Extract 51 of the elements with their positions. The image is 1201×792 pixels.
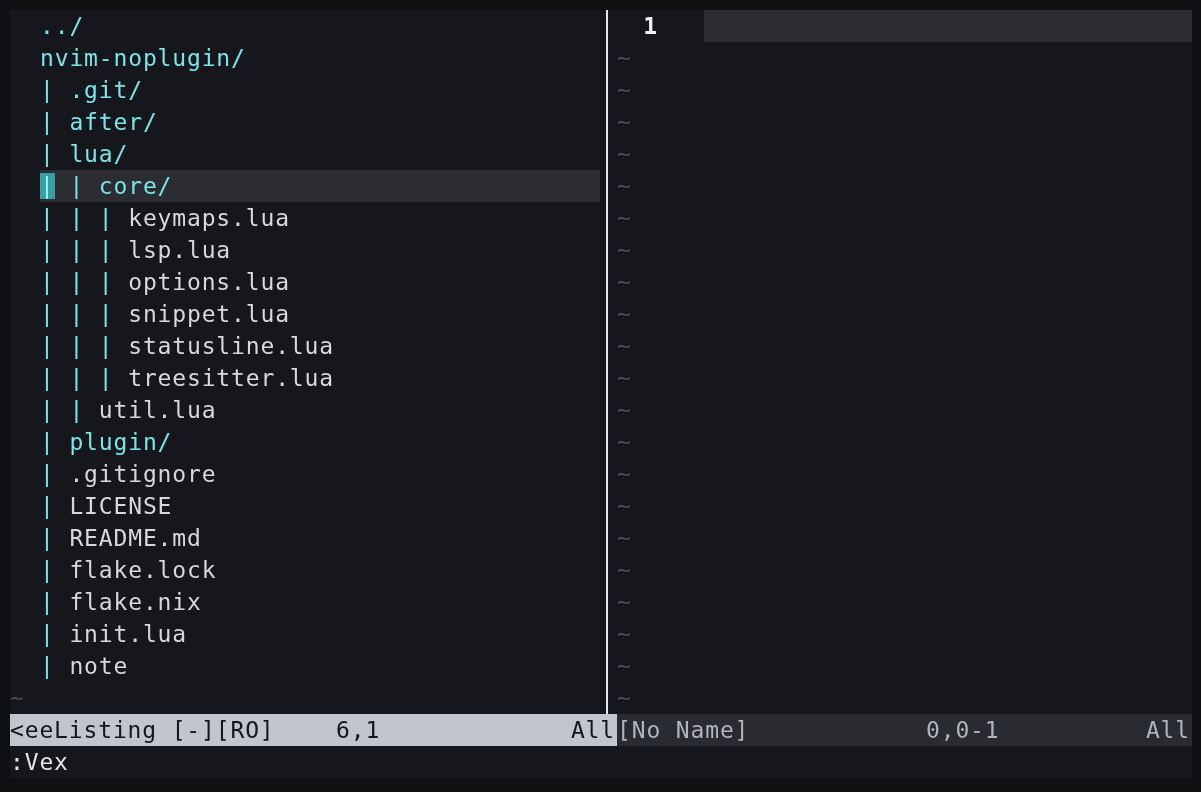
empty-line-marker: ~ [617,140,632,169]
buffer-name: [No Name] [617,716,751,745]
empty-line-marker: ~ [617,204,632,233]
file-item[interactable]: | README.md [40,522,600,554]
empty-line-marker: ~ [617,332,632,361]
folder-item[interactable]: | lua/ [40,138,600,170]
empty-line-marker: ~ [617,300,632,329]
folder-item[interactable]: | | core/ [40,170,600,202]
scroll-position: All [570,716,616,745]
cursor-position: 6,1 [336,716,382,745]
empty-line-marker: ~ [617,364,632,393]
file-item[interactable]: | | | options.lua [40,266,600,298]
folder-item[interactable]: | plugin/ [40,426,600,458]
buffer-name: <eeListing [-][RO] [10,716,276,745]
file-item[interactable]: | flake.nix [40,586,600,618]
empty-line-marker: ~ [617,588,632,617]
folder-item[interactable]: | .git/ [40,74,600,106]
line-number: 1 [642,12,658,41]
empty-line-marker: ~ [617,236,632,265]
empty-line-marker: ~ [617,428,632,457]
empty-line-marker: ~ [617,684,632,713]
empty-line-marker: ~ [617,108,632,137]
file-item[interactable]: | | | statusline.lua [40,330,600,362]
folder-item[interactable]: nvim-noplugin/ [40,42,600,74]
empty-line-marker: ~ [617,492,632,521]
empty-line-marker: ~ [617,556,632,585]
empty-line-marker: ~ [617,44,632,73]
empty-line-marker: ~ [617,396,632,425]
empty-line-marker: ~ [617,652,632,681]
folder-item[interactable]: ../ [40,10,600,42]
file-item[interactable]: | | | keymaps.lua [40,202,600,234]
file-item[interactable]: | flake.lock [40,554,600,586]
empty-line-marker: ~ [617,76,632,105]
empty-line-marker: ~ [617,172,632,201]
scroll-position: All [1145,716,1191,745]
empty-line-marker: ~ [617,460,632,489]
empty-line-marker: ~ [10,684,25,713]
file-item[interactable]: | | | snippet.lua [40,298,600,330]
empty-line-marker: ~ [617,620,632,649]
command-line: :Vex [10,749,69,775]
file-item[interactable]: | | | treesitter.lua [40,362,600,394]
cursor-position: 0,0-1 [926,716,1001,745]
folder-item[interactable]: | after/ [40,106,600,138]
empty-line-marker: ~ [617,268,632,297]
file-item[interactable]: | LICENSE [40,490,600,522]
empty-line-marker: ~ [617,524,632,553]
file-item[interactable]: | .gitignore [40,458,600,490]
file-item[interactable]: | init.lua [40,618,600,650]
file-item[interactable]: | | | lsp.lua [40,234,600,266]
file-item[interactable]: | note [40,650,600,682]
file-item[interactable]: | | util.lua [40,394,600,426]
